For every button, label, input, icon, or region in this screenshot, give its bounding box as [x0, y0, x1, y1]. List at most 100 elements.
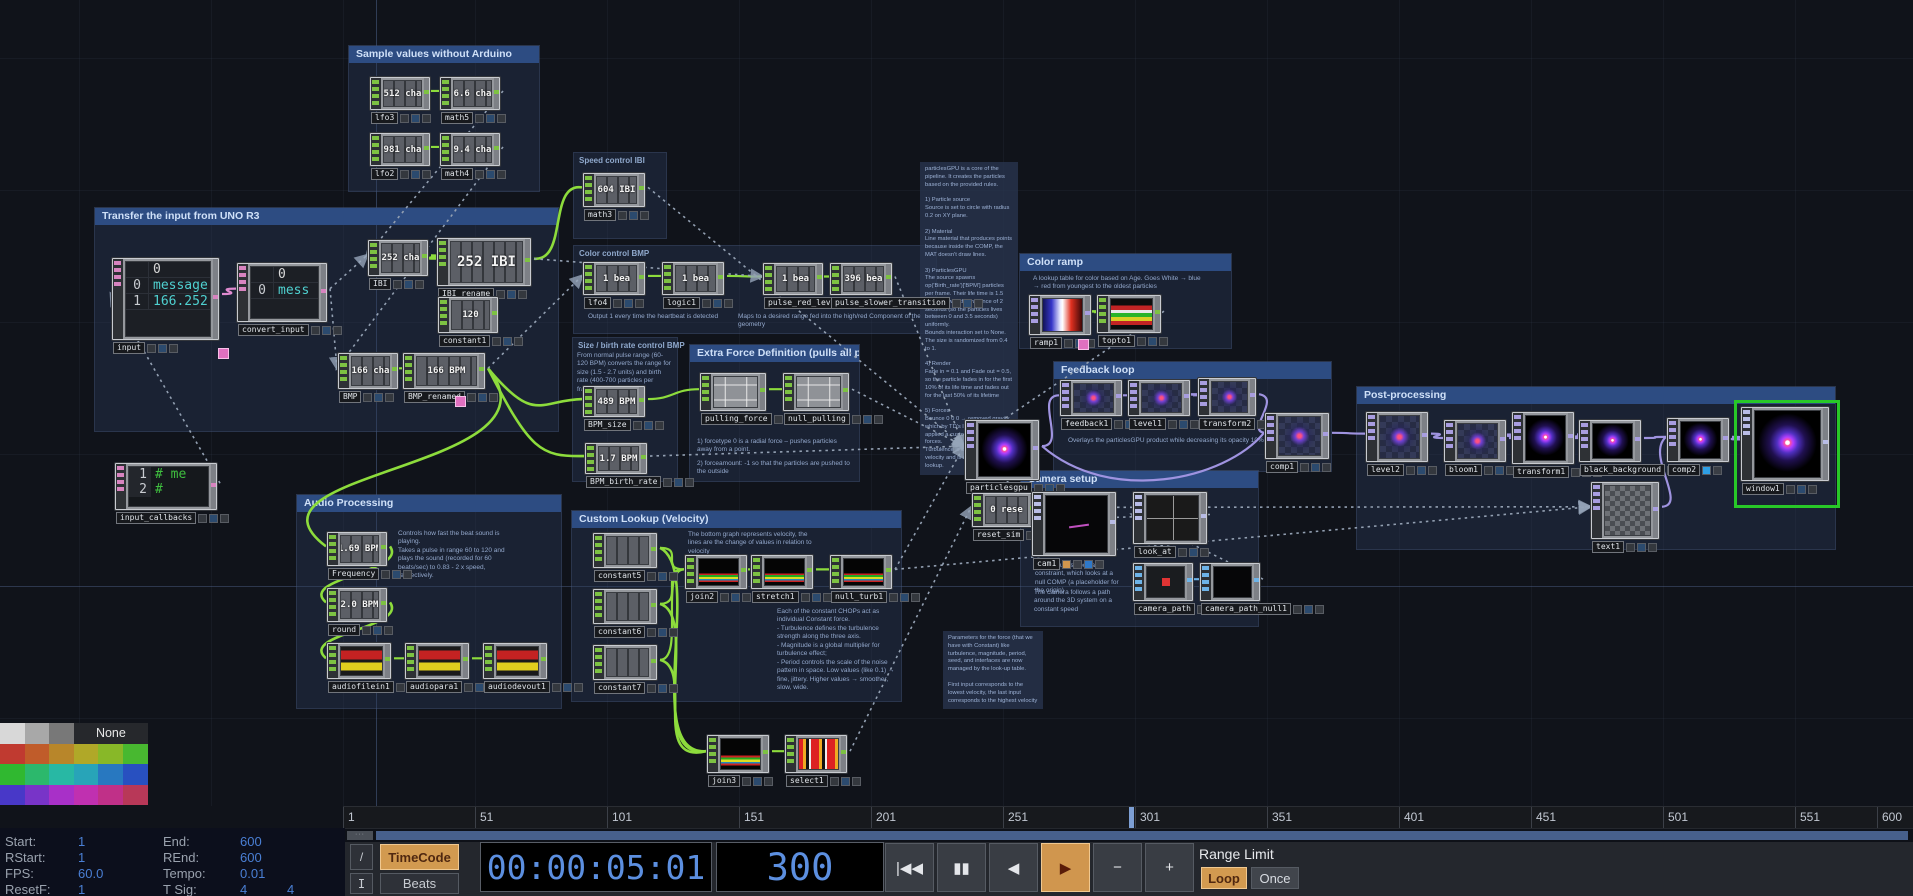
palette-swatch[interactable] — [49, 764, 74, 785]
ruler-tick-551[interactable]: 551 — [1795, 807, 1820, 829]
node-flag[interactable] — [669, 572, 678, 581]
node-audiofilein1[interactable]: audiofilein1 — [327, 643, 391, 679]
ruler-tick-501[interactable]: 501 — [1663, 807, 1688, 829]
node-color-palette[interactable]: None — [0, 723, 148, 805]
network-editor-canvas[interactable]: Sample values without ArduinoTransfer th… — [0, 0, 1913, 806]
node-flag[interactable] — [396, 683, 405, 692]
node-flag[interactable] — [1064, 339, 1073, 348]
node-output-connector[interactable] — [641, 444, 646, 473]
node-flag[interactable] — [384, 626, 393, 635]
node-transform2[interactable]: transform2 — [1198, 378, 1256, 416]
node-comp2[interactable]: comp2 — [1667, 418, 1729, 462]
ruler-tick-351[interactable]: 351 — [1267, 807, 1292, 829]
node-flag[interactable] — [464, 683, 473, 692]
node-flag[interactable] — [1702, 466, 1711, 475]
play-button[interactable]: ▶ — [1041, 843, 1090, 892]
node-input-connectors[interactable] — [594, 534, 604, 567]
node-flag[interactable] — [373, 626, 382, 635]
node-input-connectors[interactable] — [1129, 381, 1139, 415]
node-label[interactable]: camera_path — [1134, 603, 1195, 615]
node-input-connectors[interactable] — [328, 533, 338, 565]
node-input-connectors[interactable] — [484, 644, 494, 678]
node-flag[interactable] — [753, 777, 762, 786]
node-lfo2[interactable]: 981 chalfo2 — [370, 133, 430, 166]
node-flag[interactable] — [889, 593, 898, 602]
node-input-connectors[interactable] — [831, 556, 841, 588]
node-output-connector[interactable] — [1201, 493, 1206, 543]
node-flag[interactable] — [1322, 463, 1331, 472]
node-flag[interactable] — [209, 514, 218, 523]
node-flag[interactable] — [830, 777, 839, 786]
node-flag[interactable] — [1304, 605, 1313, 614]
node-flag[interactable] — [362, 626, 371, 635]
node-output-connector[interactable] — [1323, 414, 1328, 458]
palette-swatch[interactable] — [25, 744, 50, 765]
node-flag[interactable] — [475, 114, 484, 123]
node-input-connectors[interactable] — [594, 646, 604, 679]
node-output-connector[interactable] — [639, 174, 644, 206]
node-label[interactable]: topto1 — [1098, 335, 1135, 347]
node-input-connectors[interactable] — [1367, 413, 1377, 461]
node-output-connector[interactable] — [1653, 483, 1658, 538]
ruler-tick-1[interactable]: 1 — [343, 807, 355, 829]
increment-frame-button[interactable]: + — [1145, 843, 1194, 892]
ruler-tick-201[interactable]: 201 — [871, 807, 896, 829]
tsig-value-2[interactable]: 4 — [287, 882, 294, 896]
node-flag[interactable] — [1168, 420, 1177, 429]
node-flag[interactable] — [1626, 543, 1635, 552]
node-input-connectors[interactable] — [371, 78, 381, 109]
node-label[interactable]: constant1 — [439, 335, 490, 347]
palette-swatch[interactable] — [123, 785, 148, 806]
node-flag[interactable] — [1084, 560, 1093, 569]
node-output-connector[interactable] — [1500, 421, 1505, 461]
node-label[interactable]: bloom1 — [1445, 464, 1482, 476]
ruler-tick-251[interactable]: 251 — [1003, 807, 1028, 829]
node-flag[interactable] — [1417, 466, 1426, 475]
node-flag[interactable] — [492, 337, 501, 346]
node-input-connectors[interactable] — [663, 263, 673, 294]
node-flag[interactable] — [489, 393, 498, 402]
node-flag[interactable] — [863, 415, 872, 424]
palette-swatch[interactable] — [49, 744, 74, 765]
palette-swatch[interactable] — [0, 744, 25, 765]
node-flag[interactable] — [1648, 543, 1657, 552]
node-label[interactable]: BPM_size — [584, 419, 631, 431]
node-output-connector[interactable] — [1155, 296, 1160, 332]
node-flag[interactable] — [658, 572, 667, 581]
node-flag[interactable] — [731, 593, 740, 602]
node-label[interactable]: input — [113, 342, 145, 354]
node-label[interactable]: black_background — [1580, 464, 1665, 476]
export-flag-dot[interactable] — [455, 396, 466, 407]
node-input_callbacks[interactable]: 1# me2#input_callbacks — [115, 463, 217, 510]
node-IBI[interactable]: 252 chaIBI — [368, 240, 428, 276]
node-flag[interactable] — [952, 299, 961, 308]
node-flag[interactable] — [640, 211, 649, 220]
node-flag[interactable] — [422, 170, 431, 179]
node-BPM_birth_rate[interactable]: 1.7 BPMBPM_birth_rate — [585, 443, 647, 474]
node-input-connectors[interactable] — [594, 590, 604, 623]
node-flag[interactable] — [702, 299, 711, 308]
node-input-connectors[interactable] — [339, 354, 349, 388]
node-constant1[interactable]: 120constant1 — [438, 297, 498, 333]
loop-button[interactable]: Loop — [1201, 867, 1247, 889]
node-output-connector[interactable] — [385, 644, 390, 678]
node-input-connectors[interactable] — [1061, 381, 1071, 415]
node-label[interactable]: transform1 — [1513, 466, 1569, 478]
node-output-connector[interactable] — [639, 263, 644, 294]
node-output-connector[interactable] — [424, 134, 429, 165]
node-flag[interactable] — [552, 683, 561, 692]
node-flag[interactable] — [311, 326, 320, 335]
node-label[interactable]: constant6 — [594, 626, 645, 638]
node-flag[interactable] — [385, 393, 394, 402]
node-camera_path[interactable]: camera_path — [1133, 563, 1193, 601]
node-IBI_rename[interactable]: 252 IBIIBI_rename — [437, 238, 531, 286]
jump-to-start-button[interactable]: |◀◀ — [885, 843, 934, 892]
node-output-connector[interactable] — [211, 464, 216, 509]
node-flag[interactable] — [801, 593, 810, 602]
node-output-connector[interactable] — [381, 589, 386, 621]
node-flag[interactable] — [1637, 543, 1646, 552]
node-flag[interactable] — [663, 478, 672, 487]
node-label[interactable]: logic1 — [663, 297, 700, 309]
node-flag[interactable] — [158, 344, 167, 353]
node-output-connector[interactable] — [651, 646, 656, 679]
